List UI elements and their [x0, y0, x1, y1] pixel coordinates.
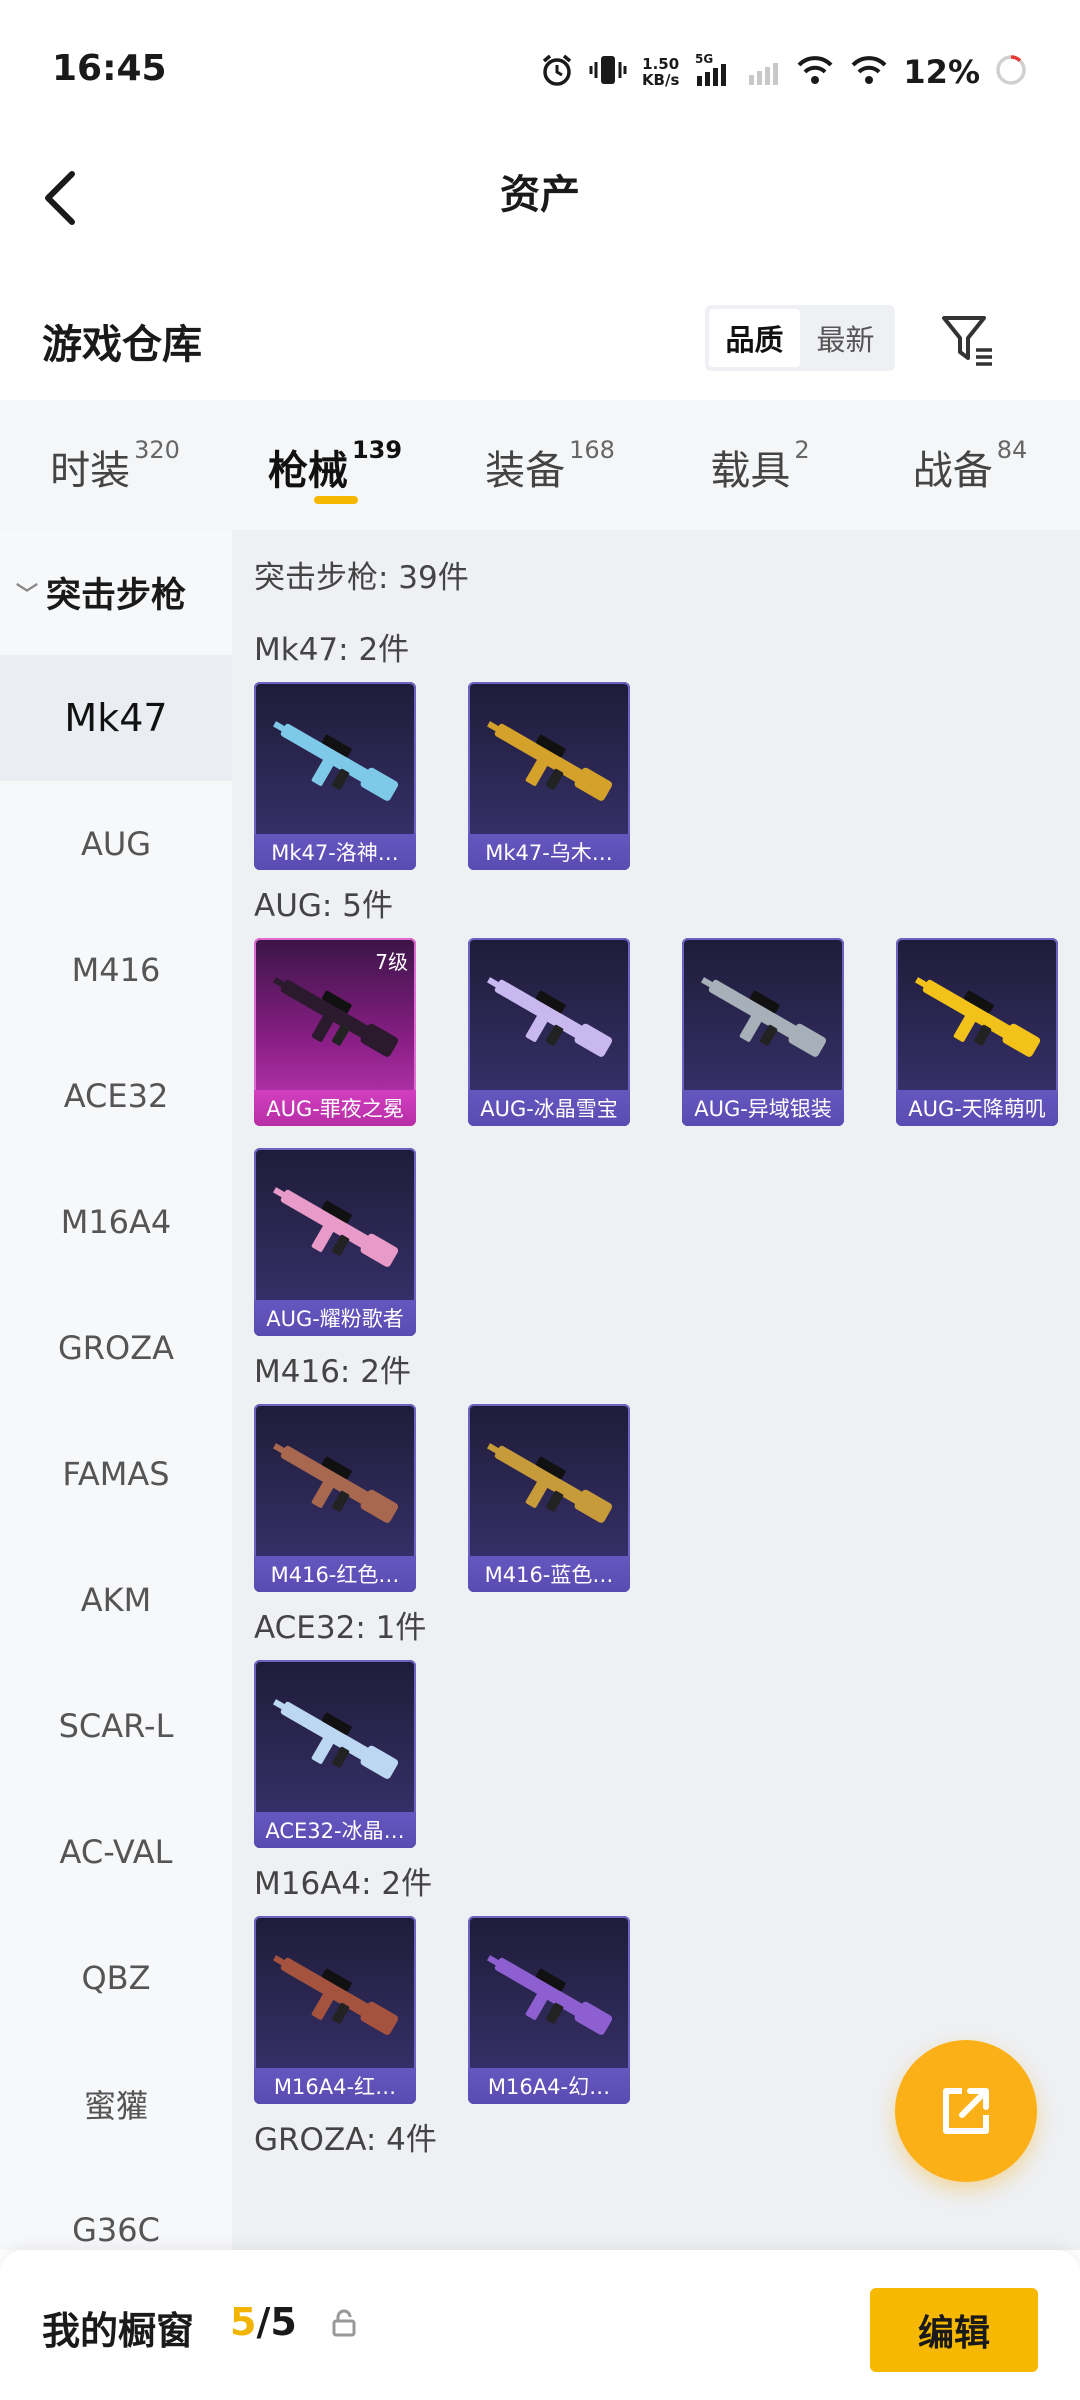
skin-grid: 7级 AUG-罪夜之冕 AUG-冰晶雪宝 AUG-异域银装 AUG-天降萌叽 AUG-耀粉… [254, 938, 1080, 1336]
rifle-icon [487, 1443, 613, 1523]
weapon-content: 突击步枪: 39件 Mk47: 2件 Mk47-洛神… Mk47-乌木… AUG: 5… [232, 530, 1080, 2250]
rifle-icon [273, 1699, 399, 1779]
filter-icon [942, 316, 992, 366]
battery-ring-icon [994, 53, 1028, 91]
network-speed: 1.50 KB/s [641, 55, 680, 89]
skin-grid: M416-红色… M416-蓝色… [254, 1404, 1080, 1592]
sidebar-item-ac-val[interactable]: AC-VAL [0, 1789, 232, 1915]
signal-weak-icon [747, 53, 781, 91]
skin-card[interactable]: 7级 AUG-罪夜之冕 [254, 938, 416, 1126]
skin-name: Mk47-洛神… [254, 834, 416, 870]
alarm-icon [540, 53, 574, 91]
sidebar-item-m416[interactable]: M416 [0, 907, 232, 1033]
showcase-bar: 我的橱窗 5/5 编辑 [0, 2250, 1080, 2400]
weapon-sidebar: ﹀ 突击步枪 Mk47 AUG M416 ACE32 M16A4 GROZA F… [0, 530, 232, 2250]
rifle-icon [487, 1955, 613, 2035]
skin-card[interactable]: AUG-冰晶雪宝 [468, 938, 630, 1126]
rifle-icon [915, 977, 1041, 1057]
status-icons: 1.50 KB/s 5G 12% [540, 50, 1028, 94]
category-total: 突击步枪: 39件 [254, 560, 469, 596]
skin-card[interactable]: M16A4-幻… [468, 1916, 630, 2104]
section-title: ACE32: 1件 [254, 1610, 427, 1646]
wifi-icon [795, 53, 835, 91]
share-icon [943, 2088, 989, 2134]
skin-name: M416-红色… [254, 1556, 416, 1592]
sidebar-item-qbz[interactable]: QBZ [0, 1915, 232, 2041]
share-button[interactable] [895, 2040, 1037, 2182]
skin-name: ACE32-冰晶… [254, 1812, 416, 1848]
tab-firearms[interactable]: 枪械 139 [230, 400, 440, 530]
section-title: AUG: 5件 [254, 888, 393, 924]
skin-card[interactable]: AUG-天降萌叽 [896, 938, 1058, 1126]
sort-quality-option[interactable]: 品质 [709, 309, 800, 367]
skin-name: AUG-罪夜之冕 [254, 1090, 416, 1126]
sidebar-item-aug[interactable]: AUG [0, 781, 232, 907]
rifle-icon [487, 721, 613, 801]
skin-card[interactable]: AUG-异域银装 [682, 938, 844, 1126]
section-title: M16A4: 2件 [254, 1866, 433, 1902]
edit-button[interactable]: 编辑 [870, 2288, 1038, 2372]
signal-icon: 5G [693, 52, 733, 92]
battery-percent: 12% [903, 53, 980, 91]
tab-fashion[interactable]: 时装 320 [0, 400, 230, 530]
sidebar-item-g36c[interactable]: G36C [0, 2167, 232, 2250]
sidebar-item-m16a4[interactable]: M16A4 [0, 1159, 232, 1285]
rifle-icon [273, 721, 399, 801]
section-title: Mk47: 2件 [254, 632, 410, 668]
tab-vehicles[interactable]: 载具 2 [660, 400, 860, 530]
skin-card[interactable]: M16A4-红… [254, 1916, 416, 2104]
skin-level-badge: 7级 [375, 950, 408, 974]
showcase-count: 5/5 [230, 2300, 297, 2344]
warehouse-title: 游戏仓库 [42, 322, 202, 368]
skin-name: AUG-冰晶雪宝 [468, 1090, 630, 1126]
skin-name: M416-蓝色… [468, 1556, 630, 1592]
page-header: 资产 [0, 140, 1080, 270]
skin-grid: Mk47-洛神… Mk47-乌木… [254, 682, 1080, 870]
lock-icon [330, 2308, 358, 2342]
warehouse-row: 游戏仓库 品质 最新 [0, 290, 1080, 400]
skin-name: AUG-天降萌叽 [896, 1090, 1058, 1126]
section-title: M416: 2件 [254, 1354, 411, 1390]
rifle-icon [487, 977, 613, 1057]
tab-supplies[interactable]: 战备 84 [860, 400, 1080, 530]
rifle-icon [273, 1187, 399, 1267]
skin-card[interactable]: Mk47-乌木… [468, 682, 630, 870]
sidebar-item-mk47[interactable]: Mk47 [0, 655, 232, 781]
rifle-icon [701, 977, 827, 1057]
sidebar-item-groza[interactable]: GROZA [0, 1285, 232, 1411]
sort-toggle: 品质 最新 [705, 305, 895, 371]
active-tab-indicator [314, 496, 358, 504]
skin-card[interactable]: M416-红色… [254, 1404, 416, 1592]
skin-name: AUG-耀粉歌者 [254, 1300, 416, 1336]
vibrate-icon [588, 53, 628, 91]
rifle-icon [273, 1443, 399, 1523]
status-bar: 16:45 1.50 KB/s 5G 12% [0, 0, 1080, 140]
status-time: 16:45 [52, 48, 167, 89]
skin-name: M16A4-幻… [468, 2068, 630, 2104]
skin-grid: ACE32-冰晶… [254, 1660, 1080, 1848]
wifi-icon-2 [849, 53, 889, 91]
skin-name: AUG-异域银装 [682, 1090, 844, 1126]
skin-card[interactable]: M416-蓝色… [468, 1404, 630, 1592]
sidebar-group-assault-rifle[interactable]: ﹀ 突击步枪 [0, 530, 232, 655]
filter-button[interactable] [938, 310, 998, 370]
skin-card[interactable]: Mk47-洛神… [254, 682, 416, 870]
sidebar-item-honey-badger[interactable]: 蜜獾 [0, 2041, 232, 2167]
skin-card[interactable]: ACE32-冰晶… [254, 1660, 416, 1848]
rifle-icon [273, 1955, 399, 2035]
sidebar-item-famas[interactable]: FAMAS [0, 1411, 232, 1537]
skin-name: Mk47-乌木… [468, 834, 630, 870]
skin-card[interactable]: AUG-耀粉歌者 [254, 1148, 416, 1336]
skin-name: M16A4-红… [254, 2068, 416, 2104]
category-tabs: 时装 320 枪械 139 装备 168 载具 2 战备 84 [0, 400, 1080, 530]
sidebar-item-ace32[interactable]: ACE32 [0, 1033, 232, 1159]
tab-equipment[interactable]: 装备 168 [440, 400, 660, 530]
sort-newest-option[interactable]: 最新 [800, 309, 891, 367]
showcase-label: 我的橱窗 [42, 2309, 195, 2353]
page-title: 资产 [500, 172, 580, 218]
sidebar-item-scar-l[interactable]: SCAR-L [0, 1663, 232, 1789]
network-type-label: 5G [695, 52, 713, 66]
sidebar-item-akm[interactable]: AKM [0, 1537, 232, 1663]
chevron-down-icon: ﹀ [16, 582, 39, 608]
